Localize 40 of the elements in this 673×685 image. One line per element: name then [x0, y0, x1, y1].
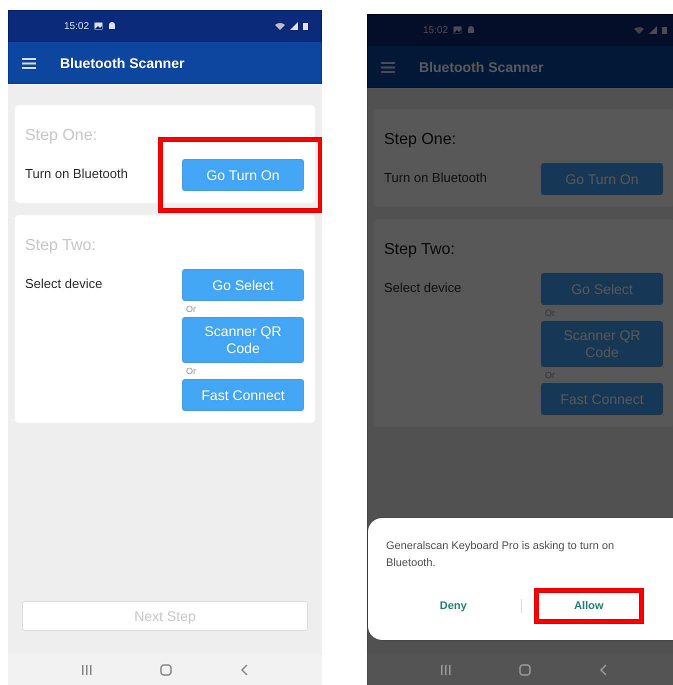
wifi-icon	[275, 22, 285, 30]
dialog-button[interactable]: Deny	[386, 592, 520, 620]
app-title: Bluetooth Scanner	[60, 55, 184, 71]
action-button[interactable]: Go Turn On	[541, 163, 663, 195]
notification-icon	[108, 22, 116, 30]
status-time: 15:02	[423, 24, 448, 36]
app-title: Bluetooth Scanner	[419, 59, 544, 75]
action-button[interactable]: Scanner QR Code	[182, 317, 304, 363]
image-icon	[453, 26, 462, 34]
step-title: Step One:	[384, 131, 458, 149]
action-button[interactable]: Go Select	[541, 273, 663, 305]
signal-icon	[649, 26, 657, 34]
action-button[interactable]: Go Select	[182, 269, 304, 301]
back-icon[interactable]	[600, 664, 607, 676]
action-button[interactable]: Scanner QR Code	[541, 321, 663, 367]
notification-icon	[467, 26, 476, 34]
action-button[interactable]: Fast Connect	[541, 383, 663, 415]
home-icon[interactable]	[519, 664, 532, 676]
step-label: Select device	[25, 276, 102, 291]
action-button[interactable]: Go Turn On	[182, 159, 304, 191]
recents-icon[interactable]	[82, 665, 92, 675]
action-button[interactable]: Fast Connect	[182, 379, 304, 411]
home-icon[interactable]	[160, 664, 172, 676]
battery-icon	[303, 22, 308, 30]
or-label: Or	[186, 366, 196, 376]
wifi-icon	[634, 26, 644, 34]
dialog-button[interactable]: Allow	[522, 592, 656, 620]
step-label: Turn on Bluetooth	[384, 170, 487, 185]
or-label: Or	[186, 304, 196, 314]
step-label: Select device	[384, 280, 462, 295]
dialog-message: Generalscan Keyboard Pro is asking to turn on Bluetooth.	[386, 539, 616, 571]
step-title: Step Two:	[384, 241, 456, 259]
step-label: Turn on Bluetooth	[25, 166, 128, 181]
battery-icon	[662, 26, 667, 34]
signal-icon	[290, 22, 298, 30]
image-icon	[94, 22, 104, 30]
back-icon[interactable]	[240, 664, 248, 676]
menu-icon[interactable]	[22, 58, 36, 68]
recents-icon[interactable]	[441, 665, 452, 675]
status-time: 15:02	[64, 20, 90, 32]
